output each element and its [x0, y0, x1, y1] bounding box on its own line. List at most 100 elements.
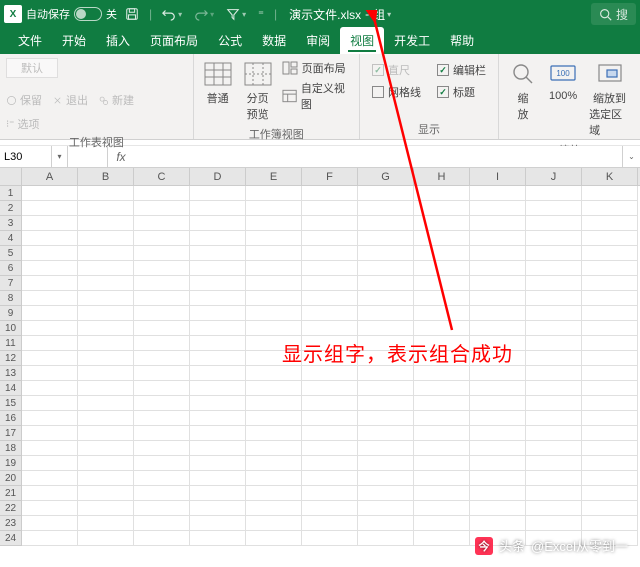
cell[interactable]: [302, 381, 358, 396]
cell[interactable]: [134, 486, 190, 501]
cell[interactable]: [246, 186, 302, 201]
cell[interactable]: [78, 186, 134, 201]
cell[interactable]: [526, 366, 582, 381]
cell[interactable]: [246, 441, 302, 456]
cell[interactable]: [190, 231, 246, 246]
cell[interactable]: [22, 456, 78, 471]
cell[interactable]: [22, 516, 78, 531]
cell[interactable]: [526, 321, 582, 336]
cell[interactable]: [414, 201, 470, 216]
cell[interactable]: [414, 411, 470, 426]
row-header[interactable]: 7: [0, 276, 22, 291]
cell[interactable]: [414, 531, 470, 546]
column-header[interactable]: F: [302, 168, 358, 185]
cell[interactable]: [302, 306, 358, 321]
cell[interactable]: [190, 306, 246, 321]
cell[interactable]: [582, 411, 638, 426]
cell[interactable]: [358, 381, 414, 396]
cell[interactable]: [414, 381, 470, 396]
cell[interactable]: [134, 366, 190, 381]
cell[interactable]: [246, 321, 302, 336]
cell[interactable]: [190, 486, 246, 501]
cell[interactable]: [134, 261, 190, 276]
cell[interactable]: [190, 396, 246, 411]
cell[interactable]: [414, 516, 470, 531]
cell[interactable]: [414, 396, 470, 411]
cell[interactable]: [246, 381, 302, 396]
cell[interactable]: [582, 291, 638, 306]
cell[interactable]: [22, 471, 78, 486]
cell[interactable]: [22, 351, 78, 366]
cell[interactable]: [190, 381, 246, 396]
cell[interactable]: [22, 276, 78, 291]
cell[interactable]: [526, 396, 582, 411]
row-header[interactable]: 24: [0, 531, 22, 546]
cell[interactable]: [190, 531, 246, 546]
cell[interactable]: [526, 231, 582, 246]
cell[interactable]: [582, 471, 638, 486]
cell[interactable]: [358, 396, 414, 411]
cell[interactable]: [78, 246, 134, 261]
cell[interactable]: [78, 411, 134, 426]
cell[interactable]: [302, 516, 358, 531]
cell[interactable]: [358, 501, 414, 516]
cell[interactable]: [22, 231, 78, 246]
row-header[interactable]: 18: [0, 441, 22, 456]
cell[interactable]: [78, 306, 134, 321]
cell[interactable]: [190, 276, 246, 291]
cell[interactable]: [246, 531, 302, 546]
cell[interactable]: [414, 441, 470, 456]
cell[interactable]: [414, 291, 470, 306]
column-header[interactable]: B: [78, 168, 134, 185]
cell[interactable]: [358, 531, 414, 546]
row-header[interactable]: 16: [0, 411, 22, 426]
cell[interactable]: [470, 456, 526, 471]
custom-views-button[interactable]: 自定义视图: [282, 80, 353, 112]
cell[interactable]: [302, 456, 358, 471]
cell[interactable]: [582, 426, 638, 441]
cell[interactable]: [582, 456, 638, 471]
cell[interactable]: [190, 291, 246, 306]
cell[interactable]: [526, 201, 582, 216]
document-title[interactable]: 演示文件.xlsx - 组 ▾: [289, 6, 391, 23]
cell[interactable]: [358, 441, 414, 456]
cell[interactable]: [582, 516, 638, 531]
cell[interactable]: [414, 246, 470, 261]
row-header[interactable]: 11: [0, 336, 22, 351]
row-header[interactable]: 23: [0, 516, 22, 531]
cell[interactable]: [22, 396, 78, 411]
cell[interactable]: [358, 201, 414, 216]
cell[interactable]: [358, 486, 414, 501]
cell[interactable]: [246, 486, 302, 501]
cell[interactable]: [78, 351, 134, 366]
cell[interactable]: [414, 456, 470, 471]
cell[interactable]: [302, 231, 358, 246]
cell[interactable]: [78, 336, 134, 351]
cell[interactable]: [134, 426, 190, 441]
cell[interactable]: [134, 381, 190, 396]
tab-developer[interactable]: 开发工: [384, 27, 440, 54]
tab-formulas[interactable]: 公式: [208, 27, 252, 54]
cell[interactable]: [134, 246, 190, 261]
cell[interactable]: [78, 366, 134, 381]
cell[interactable]: [22, 291, 78, 306]
cell[interactable]: [246, 291, 302, 306]
cell[interactable]: [414, 261, 470, 276]
cell[interactable]: [358, 231, 414, 246]
row-header[interactable]: 15: [0, 396, 22, 411]
cell[interactable]: [526, 306, 582, 321]
page-layout-button[interactable]: 页面布局: [282, 60, 353, 76]
cell[interactable]: [414, 501, 470, 516]
cell[interactable]: [22, 336, 78, 351]
cell[interactable]: [470, 306, 526, 321]
cell[interactable]: [78, 381, 134, 396]
tab-data[interactable]: 数据: [252, 27, 296, 54]
cell[interactable]: [302, 486, 358, 501]
cell[interactable]: [470, 381, 526, 396]
cell[interactable]: [582, 276, 638, 291]
cell[interactable]: [358, 516, 414, 531]
cell[interactable]: [582, 231, 638, 246]
cell[interactable]: [22, 531, 78, 546]
cell[interactable]: [526, 501, 582, 516]
cell[interactable]: [78, 471, 134, 486]
